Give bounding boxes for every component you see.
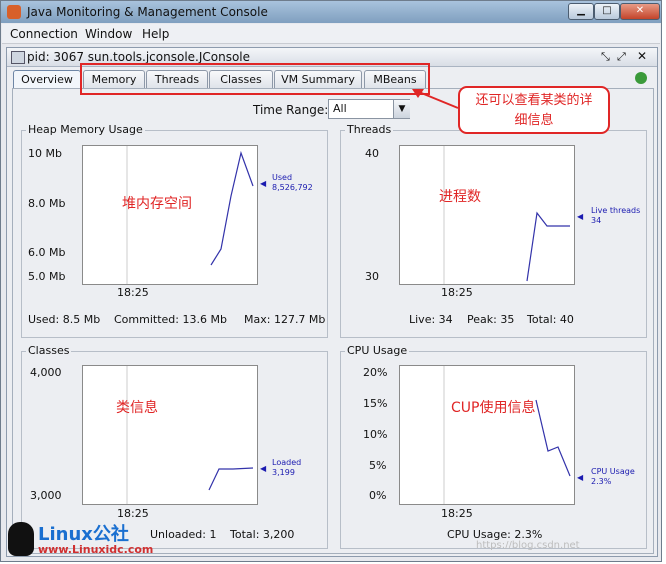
time-range-select[interactable]: All ▼ [328,99,410,119]
heap-y-tick: 6.0 Mb [28,246,66,259]
cpu-panel: CPU Usage 20% 15% 10% 5% 0% CUP使用信息 ◀ CP… [340,344,647,549]
heap-y-tick: 8.0 Mb [28,197,66,210]
classes-total: Total: 3,200 [230,528,295,541]
threads-line-chart [443,146,570,284]
classes-overlay-label: 类信息 [116,400,158,416]
classes-line-chart [126,366,254,504]
heap-overlay-label: 堆内存空间 [122,196,192,212]
classes-series-value: 3,199 [272,468,295,477]
cpu-x-tick: 18:25 [441,507,473,520]
marker-icon: ◀ [260,179,267,188]
annotation-bubble: 还可以查看某类的详 细信息 [458,86,610,134]
tab-overview[interactable]: Overview [13,70,81,88]
threads-series-label: Live threads [591,206,641,215]
classes-y-tick: 3,000 [30,489,62,502]
cpu-y-tick: 20% [363,366,388,379]
heap-panel: Heap Memory Usage 10 Mb 8.0 Mb 6.0 Mb 5.… [21,123,328,338]
heap-y-tick: 5.0 Mb [28,270,66,283]
heap-title: Heap Memory Usage [26,123,145,136]
threads-x-tick: 18:25 [441,286,473,299]
restore-icon[interactable]: ⤡ [601,50,610,64]
cpu-overlay-label: CUP使用信息 [451,400,536,416]
window-title: Java Monitoring & Management Console [27,5,268,19]
penguin-icon [8,522,34,556]
cpu-series-label: CPU Usage [591,467,635,476]
cpu-usage-line [535,399,571,477]
time-range-label: Time Range: [253,103,329,117]
java-icon [7,5,21,19]
annotation-line1: 还可以查看某类的详 [475,93,593,108]
overview-content: Time Range: All ▼ Heap Memory Usage 10 M… [12,88,654,554]
tabs-highlight-box [80,63,430,95]
heap-series-value: 8,526,792 [272,183,313,192]
threads-overlay-label: 进程数 [439,189,481,205]
heap-used-line [210,150,254,266]
threads-peak: Peak: 35 [467,313,515,326]
time-range-value: All [333,102,347,115]
heap-committed: Committed: 13.6 Mb [114,313,227,326]
marker-icon: ◀ [577,212,584,221]
heap-max: Max: 127.7 Mb [244,313,326,326]
cpu-series-value: 2.3% [591,477,612,486]
threads-series-value: 34 [591,216,602,225]
watermark-blog: https://blog.csdn.net [476,540,580,551]
classes-plot [82,365,258,505]
menu-connection[interactable]: Connection [10,27,78,41]
heap-series-label: Used [272,173,293,182]
menu-help[interactable]: Help [142,27,169,41]
cpu-line-chart [443,366,571,504]
iconify-icon[interactable]: ⤢ [617,50,626,64]
frame-title: pid: 3067 sun.tools.jconsole.JConsole [27,50,251,64]
annotation-line2: 细信息 [514,113,554,128]
menu-bar: Connection Window Help [2,24,660,44]
marker-icon: ◀ [260,464,267,473]
classes-loaded-line [208,467,254,491]
heap-used: Used: 8.5 Mb [28,313,101,326]
heap-x-tick: 18:25 [117,286,149,299]
threads-total: Total: 40 [527,313,574,326]
close-button[interactable]: ✕ [620,3,660,20]
maximize-button[interactable]: □ [594,3,620,20]
watermark-logo: Linux公社 www.Linuxidc.com [8,522,178,560]
classes-y-tick: 4,000 [30,366,62,379]
threads-plot [399,145,575,285]
connection-status-icon [635,72,647,84]
cpu-y-tick: 10% [363,428,388,441]
title-bar[interactable]: Java Monitoring & Management Console ▁ □… [1,1,661,23]
cpu-plot [399,365,575,505]
classes-title: Classes [26,344,72,357]
heap-y-tick: 10 Mb [28,147,62,160]
frame-icon [11,51,25,64]
cpu-y-tick: 15% [363,397,388,410]
chevron-down-icon[interactable]: ▼ [393,100,410,118]
heap-plot [82,145,258,285]
classes-x-tick: 18:25 [117,507,149,520]
frame-close-icon[interactable]: ✕ [637,49,647,63]
marker-icon: ◀ [577,473,584,482]
watermark-url: www.Linuxidc.com [38,543,154,556]
cpu-title: CPU Usage [345,344,410,357]
menu-window[interactable]: Window [85,27,132,41]
threads-live-line [526,211,570,282]
classes-series-label: Loaded [272,458,302,467]
threads-live: Live: 34 [409,313,453,326]
cpu-y-tick: 0% [369,489,387,502]
minimize-button[interactable]: ▁ [568,3,594,20]
threads-y-tick: 40 [365,147,379,160]
heap-line-chart [126,146,254,284]
threads-title: Threads [345,123,394,136]
threads-panel: Threads 40 30 进程数 ◀ Live threads 34 18:2… [340,123,647,338]
threads-y-tick: 30 [365,270,379,283]
cpu-y-tick: 5% [369,459,387,472]
